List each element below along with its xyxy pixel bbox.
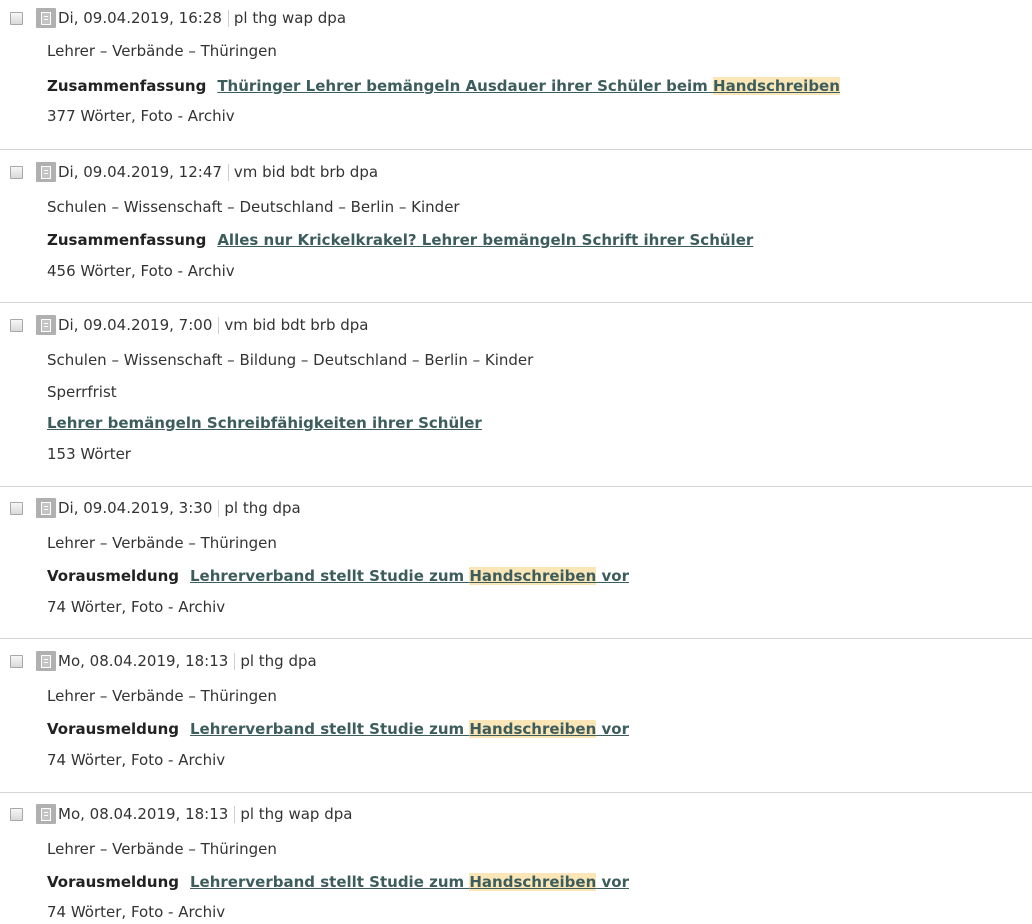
item-meta: 74 Wörter, Foto - Archiv — [47, 903, 226, 921]
select-checkbox[interactable] — [10, 165, 23, 179]
divider — [0, 486, 1032, 487]
separator — [218, 499, 220, 517]
item-source: pl thg dpa — [224, 499, 301, 517]
search-highlight: Handschreiben — [469, 873, 597, 891]
document-icon[interactable] — [36, 651, 56, 671]
separator — [227, 9, 229, 27]
divider — [0, 792, 1032, 793]
item-title-link[interactable]: Thüringer Lehrer bemängeln Ausdauer ihre… — [217, 77, 840, 95]
item-tags: Schulen – Wissenschaft – Deutschland – B… — [47, 198, 460, 216]
item-title-link[interactable]: Lehrerverband stellt Studie zum Handschr… — [190, 567, 629, 585]
select-checkbox[interactable] — [10, 11, 23, 25]
item-note: Sperrfrist — [47, 383, 117, 401]
item-title-link[interactable]: Lehrer bemängeln Schreibfähigkeiten ihre… — [47, 414, 482, 432]
item-date: Di, 09.04.2019, 3:30 — [58, 499, 213, 517]
document-icon[interactable] — [36, 8, 56, 28]
divider — [0, 302, 1032, 303]
select-checkbox[interactable] — [10, 654, 23, 668]
item-meta: 74 Wörter, Foto - Archiv — [47, 751, 226, 769]
item-meta: 377 Wörter, Foto - Archiv — [47, 107, 235, 125]
item-title-line: Zusammenfassung Thüringer Lehrer bemängel… — [47, 76, 840, 96]
item-title-line: Vorausmeldung Lehrerverband stellt Studie… — [47, 719, 629, 739]
search-highlight: Handschreiben — [469, 567, 597, 585]
document-icon[interactable] — [36, 804, 56, 824]
item-title-line: Lehrer bemängeln Schreibfähigkeiten ihre… — [47, 413, 482, 433]
search-highlight: Handschreiben — [469, 720, 597, 738]
item-category: Zusammenfassung — [47, 77, 207, 95]
separator — [234, 805, 236, 823]
document-icon[interactable] — [36, 162, 56, 182]
select-checkbox[interactable] — [10, 807, 23, 821]
item-source: vm bid bdt brb dpa — [224, 316, 369, 334]
item-meta: 456 Wörter, Foto - Archiv — [47, 262, 235, 280]
item-meta: 74 Wörter, Foto - Archiv — [47, 598, 226, 616]
item-date: Di, 09.04.2019, 7:00 — [58, 316, 213, 334]
item-title-link[interactable]: Alles nur Krickelkrakel? Lehrer bemängel… — [217, 231, 753, 249]
item-title-line: Vorausmeldung Lehrerverband stellt Studie… — [47, 566, 629, 586]
search-highlight: Handschreiben — [713, 77, 840, 95]
document-icon[interactable] — [36, 315, 56, 335]
divider — [0, 149, 1032, 150]
item-category: Vorausmeldung — [47, 720, 179, 738]
item-date: Mo, 08.04.2019, 18:13 — [58, 652, 229, 670]
item-title-link[interactable]: Lehrerverband stellt Studie zum Handschr… — [190, 720, 629, 738]
item-title-line: Zusammenfassung Alles nur Krickelkrakel? … — [47, 230, 753, 250]
item-tags: Lehrer – Verbände – Thüringen — [47, 42, 277, 60]
divider — [0, 638, 1032, 639]
item-date: Mo, 08.04.2019, 18:13 — [58, 805, 229, 823]
item-tags: Lehrer – Verbände – Thüringen — [47, 687, 277, 705]
item-category: Zusammenfassung — [47, 231, 207, 249]
item-title-link[interactable]: Lehrerverband stellt Studie zum Handschr… — [190, 873, 629, 891]
separator — [234, 652, 236, 670]
item-title-line: Vorausmeldung Lehrerverband stellt Studie… — [47, 872, 629, 892]
item-source: pl thg wap dpa — [233, 9, 347, 27]
item-tags: Schulen – Wissenschaft – Bildung – Deuts… — [47, 351, 534, 369]
separator — [227, 163, 229, 181]
item-meta: 153 Wörter — [47, 445, 131, 463]
item-date: Di, 09.04.2019, 12:47 — [58, 163, 222, 181]
item-date: Di, 09.04.2019, 16:28 — [58, 9, 222, 27]
select-checkbox[interactable] — [10, 501, 23, 515]
item-tags: Lehrer – Verbände – Thüringen — [47, 840, 277, 858]
item-category: Vorausmeldung — [47, 873, 179, 891]
item-source: vm bid bdt brb dpa — [233, 163, 379, 181]
item-category: Vorausmeldung — [47, 567, 179, 585]
separator — [218, 316, 220, 334]
document-icon[interactable] — [36, 498, 56, 518]
item-source: pl thg dpa — [240, 652, 317, 670]
item-tags: Lehrer – Verbände – Thüringen — [47, 534, 277, 552]
item-source: pl thg wap dpa — [240, 805, 353, 823]
select-checkbox[interactable] — [10, 318, 23, 332]
